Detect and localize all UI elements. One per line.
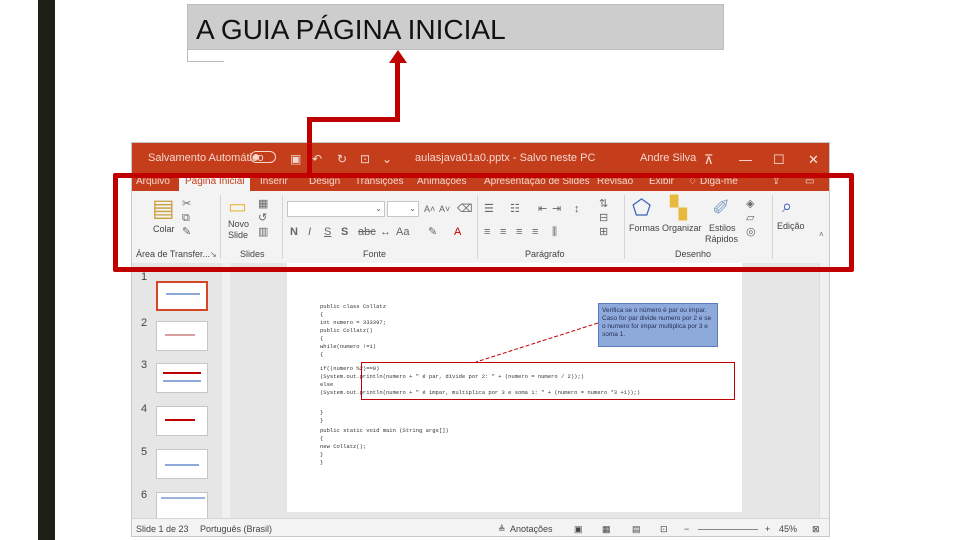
slide-sorter-icon[interactable]: ▦ [602,524,611,535]
arrow-segment [307,117,312,175]
arrow-head-icon [389,50,407,63]
vertical-scrollbar[interactable] [819,263,829,518]
language-indicator[interactable]: Português (Brasil) [200,524,272,534]
slide-title: A GUIA PÁGINA INICIAL [196,14,506,45]
notes-icon[interactable]: ≜ [498,524,506,535]
ribbon-highlight-frame [113,173,854,272]
title-connector [187,50,224,62]
status-bar: Slide 1 de 23 Português (Brasil) ≜ Anota… [132,518,829,536]
fit-slide-icon[interactable]: ⊠ [812,524,820,535]
slide-counter: Slide 1 de 23 [136,524,189,534]
reading-view-icon[interactable]: ▤ [632,524,641,535]
normal-view-icon[interactable]: ▣ [574,524,583,535]
notes-button[interactable]: Anotações [510,524,553,534]
zoom-level[interactable]: 45% [779,524,797,534]
zoom-slider[interactable] [698,529,758,530]
zoom-in-icon[interactable]: + [765,524,770,534]
slideshow-view-icon[interactable]: ⊡ [660,524,668,535]
arrow-segment [307,117,400,122]
slide-title-box: A GUIA PÁGINA INICIAL [187,4,724,50]
left-accent-bar [38,0,55,540]
arrow-segment [395,60,400,120]
zoom-out-icon[interactable]: − [684,524,689,534]
